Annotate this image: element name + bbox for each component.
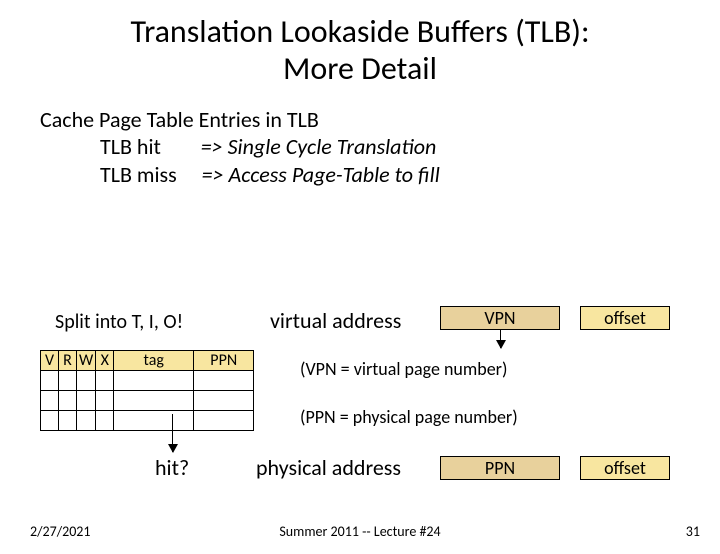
table-row bbox=[41, 411, 254, 431]
ppn-note: (PPN = physical page number) bbox=[300, 406, 518, 428]
vpn-note: (VPN = virtual page number) bbox=[300, 358, 507, 380]
col-v: V bbox=[41, 351, 59, 371]
va-offset-cell: offset bbox=[580, 306, 670, 330]
footer-page: 31 bbox=[686, 523, 700, 540]
title-line1: Translation Lookaside Buffers (TLB): bbox=[130, 12, 589, 51]
miss-val: => Access Page-Table to fill bbox=[202, 161, 440, 188]
col-w: W bbox=[77, 351, 96, 371]
vpn-cell: VPN bbox=[440, 306, 560, 330]
table-row bbox=[41, 391, 254, 411]
hit-val: => Single Cycle Translation bbox=[201, 133, 437, 160]
col-x: X bbox=[96, 351, 114, 371]
arrow-down-icon bbox=[500, 330, 501, 348]
hit-key: TLB hit bbox=[100, 133, 161, 160]
hit-label: hit? bbox=[155, 454, 189, 481]
miss-key: TLB miss bbox=[100, 161, 177, 188]
arrow-down-icon bbox=[172, 414, 173, 452]
pa-offset-cell: offset bbox=[580, 456, 670, 480]
table-row bbox=[41, 371, 254, 391]
col-r: R bbox=[59, 351, 77, 371]
physical-address-label: physical address bbox=[256, 454, 401, 481]
footer-center: Summer 2011 -- Lecture #24 bbox=[0, 523, 720, 540]
col-ppn: PPN bbox=[194, 351, 254, 371]
split-label: Split into T, I, O! bbox=[55, 310, 183, 334]
virtual-address-label: virtual address bbox=[270, 307, 401, 334]
title-line2: More Detail bbox=[283, 49, 437, 88]
cache-line: Cache Page Table Entries in TLB bbox=[40, 106, 720, 134]
col-tag: tag bbox=[114, 351, 194, 371]
tlb-table: V R W X tag PPN bbox=[40, 350, 254, 431]
ppn-cell: PPN bbox=[440, 456, 560, 480]
